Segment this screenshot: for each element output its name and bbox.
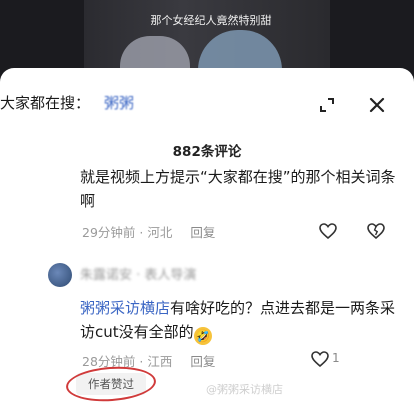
like-heart-icon[interactable] [310,349,330,369]
video-preview[interactable]: 那个女经纪人竟然特别甜 [0,0,414,82]
like-count: 1 [332,351,340,365]
like-heart-icon[interactable] [318,221,338,241]
comment-time-location: 29分钟前 · 河北 [82,225,173,240]
comment-count: 882条评论 [172,144,242,160]
video-caption: 那个女经纪人竟然特别甜 [150,14,272,27]
reply-button[interactable]: 回复 [190,225,215,240]
search-term-link[interactable]: 粥粥 [104,93,134,113]
comment-username[interactable]: 朱露诺安 · 表人导演 [80,264,196,283]
close-icon[interactable] [366,94,388,116]
reply-button[interactable]: 回复 [190,354,215,369]
comment-sheet-top-edge [0,68,414,82]
expand-icon[interactable] [316,94,338,116]
highlight-annotation-circle [64,363,158,405]
comment-text: 就是视频上方提示“大家都在搜”的那个相关词条啊 [80,168,396,210]
mention-link[interactable]: 粥粥采访横店 [80,299,170,317]
comment-meta: 29分钟前 · 河北 回复 [82,222,215,241]
search-label: 大家都在搜： [0,94,91,112]
search-suggestion-row: 大家都在搜： 粥粥 [0,86,414,124]
watermark: @粥粥采访横店 [206,383,283,396]
avatar[interactable] [48,263,72,287]
dislike-broken-heart-icon[interactable] [366,221,386,241]
laughing-emoji-icon: 🤣 [193,327,212,345]
comment-text: 粥粥采访横店有啥好吃的？点进去都是一两条采访cut没有全部的 🤣 [80,296,400,345]
